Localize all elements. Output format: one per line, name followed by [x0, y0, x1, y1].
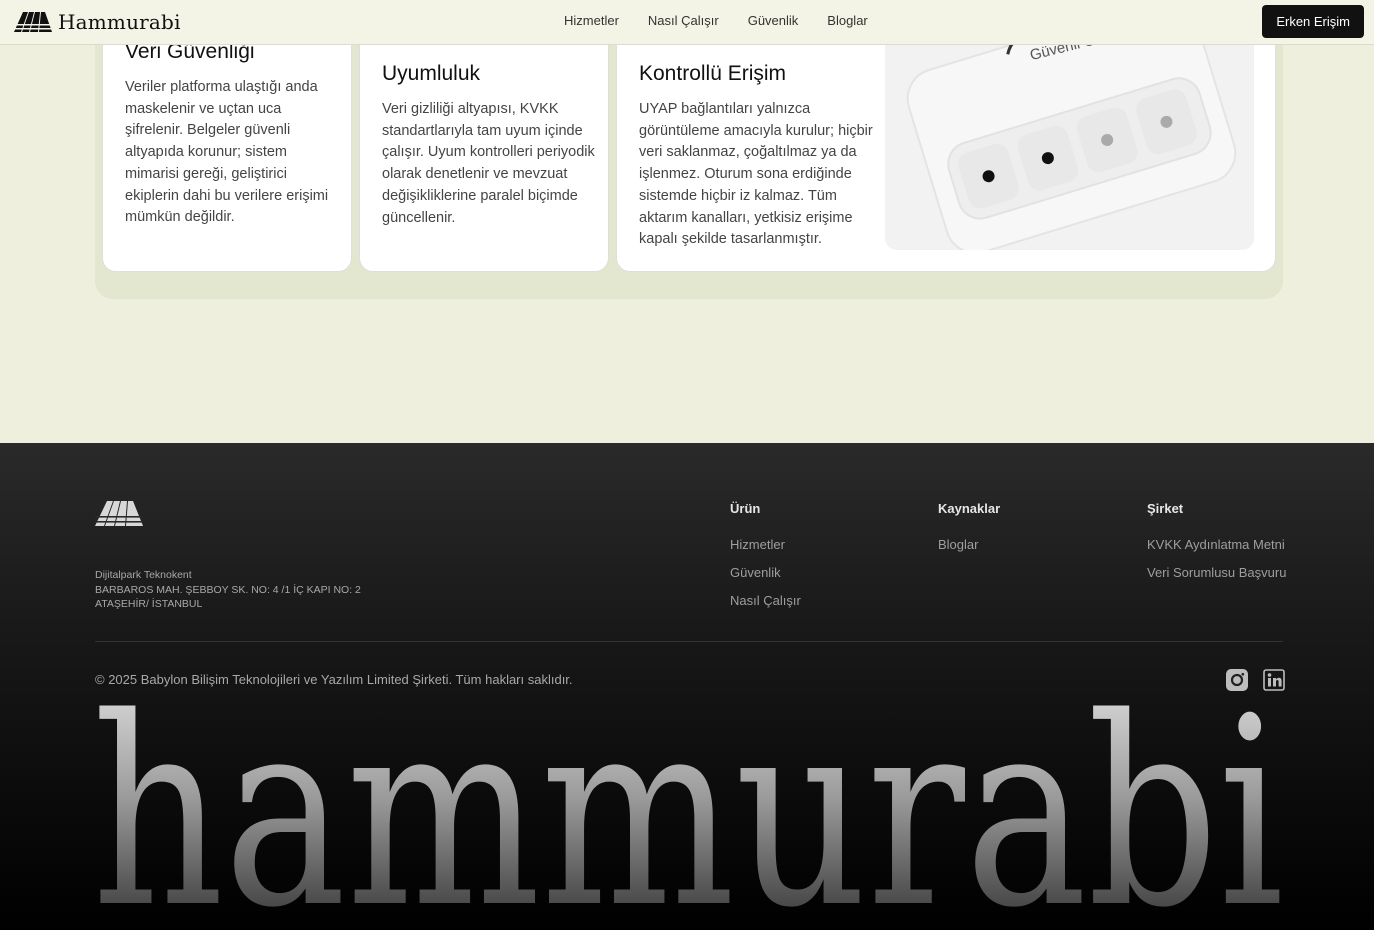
footer-column-resources: Kaynaklar Bloglar	[938, 501, 1000, 565]
feature-title: Uyumluluk	[382, 62, 481, 85]
address-line: ATAŞEHİR/ İSTANBUL	[95, 598, 203, 610]
footer-column-title: Kaynaklar	[938, 501, 1001, 516]
footer-link-hizmetler[interactable]: Hizmetler	[730, 537, 801, 552]
footer-link-guvenlik[interactable]: Güvenlik	[730, 565, 801, 580]
brand-name: Hammurabi	[58, 10, 181, 34]
address-line: Dijitalpark Teknokent	[95, 569, 192, 581]
site-header: Hammurabi Hizmetler Nasıl Çalışır Güvenl…	[0, 0, 1374, 45]
footer-column-title: Şirket	[1147, 501, 1184, 516]
feature-body: UYAP bağlantıları yalnızca görüntüleme a…	[639, 101, 873, 248]
feature-body: Veri gizliliği altyapısı, KVKK standartl…	[382, 101, 595, 226]
brand[interactable]: Hammurabi	[14, 10, 181, 34]
main-nav: Hizmetler Nasıl Çalışır Güvenlik Bloglar	[564, 13, 868, 28]
copyright-text: © 2025 Babylon Bilişim Teknolojileri ve …	[95, 672, 573, 687]
nav-nasil-calisir[interactable]: Nasıl Çalışır	[648, 13, 719, 28]
footer-column-company: Şirket KVKK Aydınlatma Metni Veri Soruml…	[1147, 501, 1286, 593]
site-footer: Dijitalpark Teknokent BARBAROS MAH. ŞEBB…	[0, 443, 1374, 930]
hammurabi-logo-icon	[14, 12, 52, 32]
instagram-icon[interactable]	[1226, 669, 1248, 691]
footer-link-data-controller[interactable]: Veri Sorumlusu Başvuru	[1147, 565, 1286, 580]
nav-guvenlik[interactable]: Güvenlik	[748, 13, 799, 28]
company-address: Dijitalpark Teknokent BARBAROS MAH. ŞEBB…	[95, 568, 361, 612]
early-access-button[interactable]: Erken Erişim	[1262, 5, 1364, 38]
footer-link-bloglar[interactable]: Bloglar	[938, 537, 1000, 552]
nav-bloglar[interactable]: Bloglar	[827, 13, 867, 28]
footer-column-product: Ürün Hizmetler Güvenlik Nasıl Çalışır	[730, 501, 801, 621]
wordmark-text: hammurabi	[92, 703, 1284, 930]
nav-hizmetler[interactable]: Hizmetler	[564, 13, 619, 28]
linkedin-icon[interactable]	[1263, 669, 1285, 691]
footer-link-kvkk[interactable]: KVKK Aydınlatma Metni	[1147, 537, 1286, 552]
footer-link-nasil-calisir[interactable]: Nasıl Çalışır	[730, 593, 801, 608]
footer-column-title: Ürün	[730, 501, 761, 516]
hammurabi-logo-icon	[95, 501, 143, 526]
footer-divider	[95, 641, 1283, 642]
hammurabi-wordmark: hammurabi	[92, 703, 1284, 930]
address-line: BARBAROS MAH. ŞEBBOY SK. NO: 4 /1 İÇ KAP…	[95, 583, 361, 596]
feature-title: Kontrollü Erişim	[639, 62, 787, 85]
feature-body: Veriler platforma ulaştığı anda maskelen…	[125, 79, 329, 226]
